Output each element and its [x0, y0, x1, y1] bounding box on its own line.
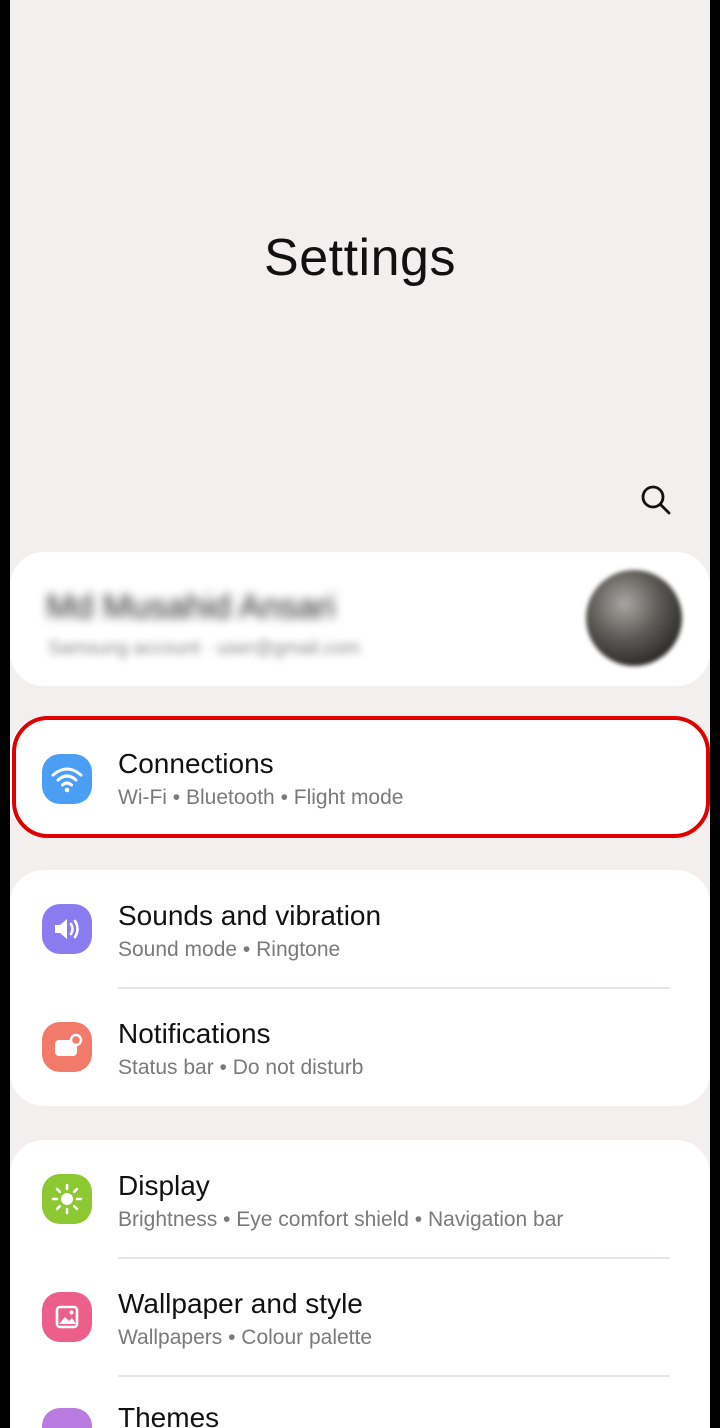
settings-item-subtitle: Sound mode • Ringtone — [118, 938, 341, 961]
settings-item-title: Sounds and vibration — [118, 900, 382, 931]
image-icon — [42, 1292, 92, 1342]
settings-item-connections[interactable]: Connections Wi-Fi • Bluetooth • Flight m… — [10, 718, 710, 836]
themes-icon — [42, 1408, 92, 1428]
wifi-icon — [42, 754, 92, 804]
settings-item-title: Connections — [118, 748, 274, 779]
settings-item-title: Notifications — [118, 1018, 271, 1049]
account-name: Md Musahid Ansari — [46, 588, 336, 626]
page-title: Settings — [264, 229, 456, 287]
search-icon — [641, 485, 671, 515]
settings-item-subtitle: Brightness • Eye comfort shield • Naviga… — [118, 1208, 564, 1231]
settings-item-notifications[interactable]: Notifications Status bar • Do not distur… — [10, 988, 710, 1106]
connections-card: Connections Wi-Fi • Bluetooth • Flight m… — [10, 718, 710, 836]
settings-item-sounds[interactable]: Sounds and vibration Sound mode • Ringto… — [10, 870, 710, 988]
settings-item-title: Display — [118, 1170, 210, 1201]
settings-item-themes[interactable]: Themes — [10, 1376, 710, 1428]
account-email: Samsung account · user@gmail.com — [48, 638, 360, 659]
settings-item-subtitle: Wallpapers • Colour palette — [118, 1326, 373, 1349]
settings-item-display[interactable]: Display Brightness • Eye comfort shield … — [10, 1140, 710, 1258]
settings-item-title: Themes — [118, 1402, 220, 1428]
speaker-icon — [42, 904, 92, 954]
display-card: Display Brightness • Eye comfort shield … — [10, 1140, 710, 1428]
settings-item-wallpaper[interactable]: Wallpaper and style Wallpapers • Colour … — [10, 1258, 710, 1376]
account-card[interactable]: Md Musahid Ansari Samsung account · user… — [10, 552, 710, 686]
notification-icon — [42, 1022, 92, 1072]
settings-item-title: Wallpaper and style — [118, 1288, 363, 1319]
avatar — [586, 570, 682, 666]
search-button[interactable] — [632, 476, 680, 524]
settings-screen: Settings Md Musahid Ansari Samsung accou… — [10, 0, 710, 1428]
settings-item-subtitle: Wi-Fi • Bluetooth • Flight mode — [118, 786, 404, 809]
settings-item-subtitle: Status bar • Do not disturb — [118, 1056, 364, 1079]
sound-notification-card: Sounds and vibration Sound mode • Ringto… — [10, 870, 710, 1106]
sun-icon — [42, 1174, 92, 1224]
